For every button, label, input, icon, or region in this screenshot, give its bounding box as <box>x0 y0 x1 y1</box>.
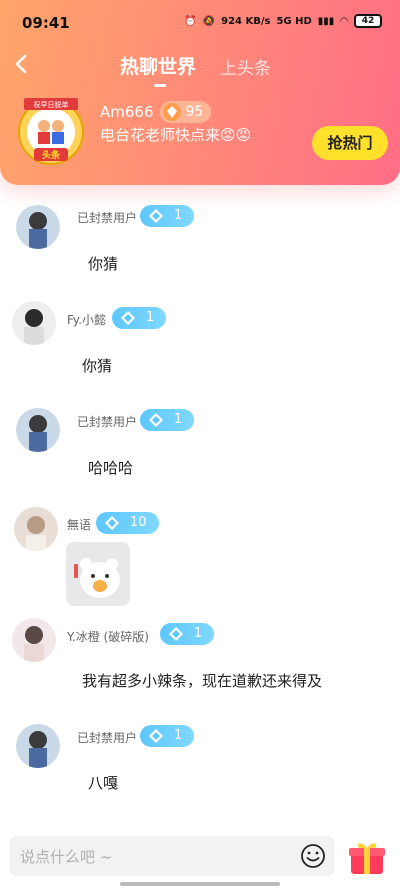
svg-text:头条: 头条 <box>42 149 61 161</box>
message-text: 八嘎 <box>88 774 119 792</box>
signal-icon: ▮▮▮ <box>317 15 335 27</box>
top-tabs: 热聊世界 上头条 <box>120 52 271 87</box>
tab-headline[interactable]: 上头条 <box>220 54 271 79</box>
top-message: 电台花老师快点来😡😡 <box>100 126 252 144</box>
battery-icon: 42 <box>354 14 382 28</box>
top-author-level-badge: 95 <box>159 101 212 123</box>
back-icon[interactable] <box>10 52 34 76</box>
grab-hot-button[interactable]: 抢热门 <box>312 126 388 160</box>
avatar[interactable] <box>12 618 56 662</box>
status-icons: ⏰ 🔕 924 KB/s 5G HD ▮▮▮ ◠ 42 <box>184 14 382 28</box>
tab-hot-chat[interactable]: 热聊世界 <box>120 52 196 87</box>
svg-text:祝早日脱单: 祝早日脱单 <box>34 100 69 109</box>
user-name[interactable]: Fy.小懿 <box>67 311 106 328</box>
diamond-icon <box>169 627 183 641</box>
wifi-icon: ◠ <box>340 15 348 27</box>
avatar[interactable] <box>16 724 60 768</box>
avatar[interactable] <box>12 301 56 345</box>
avatar[interactable] <box>16 408 60 452</box>
alarm-icon: ⏰ <box>184 15 197 27</box>
message-text: 你猜 <box>82 357 113 375</box>
diamond-icon <box>149 413 163 427</box>
level-badge: 1 <box>160 623 215 645</box>
user-name[interactable]: 已封禁用户 <box>77 413 137 430</box>
message-text: 我有超多小辣条，现在道歉还来得及 <box>82 672 323 690</box>
level-gem-icon <box>162 103 181 121</box>
message-input[interactable]: 说点什么吧 ~ <box>10 836 334 876</box>
status-time: 09:41 <box>22 14 70 32</box>
message-text: 哈哈哈 <box>88 459 134 477</box>
diamond-icon <box>149 729 163 743</box>
avatar[interactable] <box>16 205 60 249</box>
level-badge: 1 <box>140 725 195 747</box>
gift-icon[interactable] <box>347 840 387 876</box>
sticker-image[interactable] <box>66 542 130 606</box>
diamond-icon <box>149 209 163 223</box>
user-name[interactable]: Y.冰橙 (破碎版) <box>67 628 149 645</box>
top-author-name[interactable]: Am666 <box>100 103 154 121</box>
level-badge: 1 <box>112 307 167 329</box>
mute-icon: 🔕 <box>202 15 216 27</box>
message-text: 你猜 <box>88 255 119 273</box>
status-bar: 09:41 ⏰ 🔕 924 KB/s 5G HD ▮▮▮ ◠ 42 <box>0 0 400 40</box>
home-indicator <box>120 882 280 886</box>
input-placeholder: 说点什么吧 ~ <box>20 848 113 866</box>
level-badge: 10 <box>96 512 159 534</box>
level-badge: 1 <box>140 205 195 227</box>
header: 09:41 ⏰ 🔕 924 KB/s 5G HD ▮▮▮ ◠ 42 热聊世界 上… <box>0 0 400 185</box>
user-name[interactable]: 已封禁用户 <box>77 209 137 226</box>
diamond-icon <box>121 311 135 325</box>
avatar[interactable] <box>14 507 58 551</box>
top-author-row: Am666 95 <box>100 101 212 123</box>
signal-text: 5G HD <box>276 15 312 27</box>
net-speed: 924 KB/s <box>221 15 271 27</box>
user-name[interactable]: 已封禁用户 <box>77 729 137 746</box>
diamond-icon <box>105 516 119 530</box>
level-badge: 1 <box>140 409 195 431</box>
emoji-icon[interactable] <box>300 843 326 869</box>
user-name[interactable]: 無语 <box>67 516 91 533</box>
headline-badge-icon[interactable]: 祝早日脱单 头条 <box>14 96 104 166</box>
